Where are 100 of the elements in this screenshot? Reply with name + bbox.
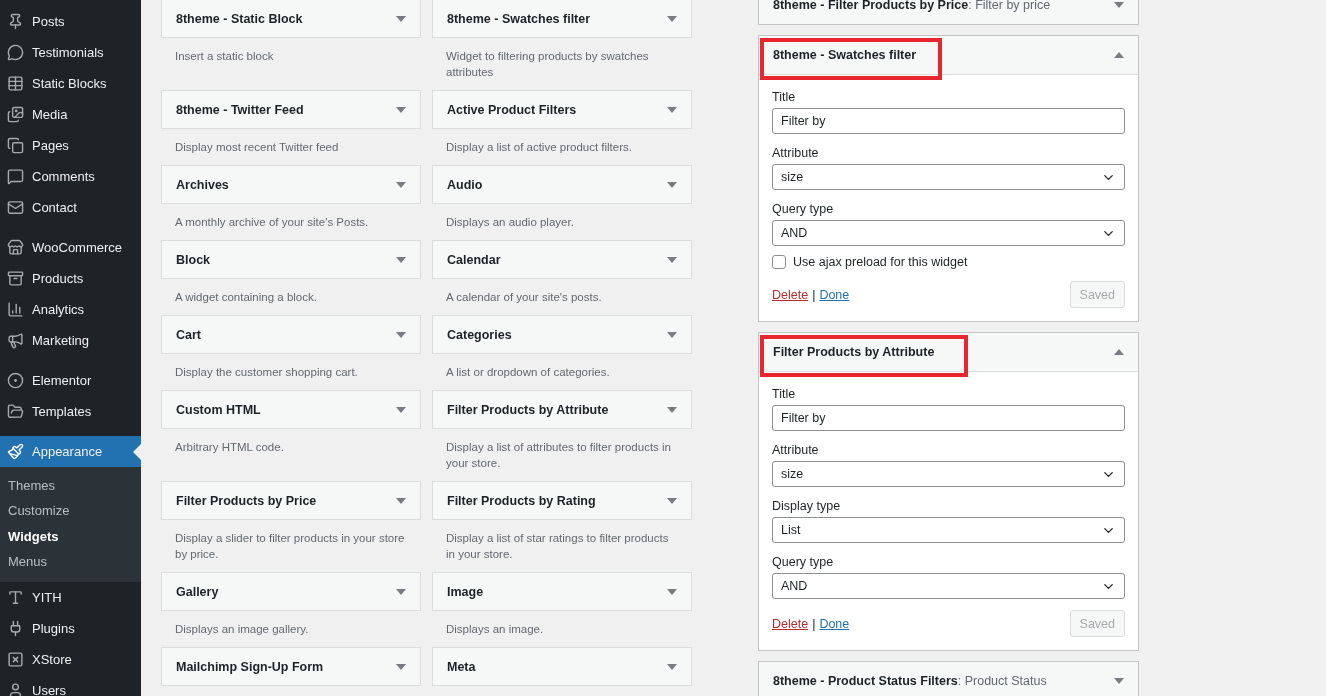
sidebar-item[interactable]: Pages: [0, 130, 141, 161]
caret-icon[interactable]: [667, 15, 677, 22]
widget-description: Display a list of star ratings to filter products in your store.: [446, 532, 669, 560]
widget-title: Gallery: [176, 584, 219, 599]
widget-tile[interactable]: Active Product Filters: [432, 90, 692, 129]
caret-icon[interactable]: [396, 256, 406, 263]
text-field[interactable]: Filter by: [772, 108, 1125, 134]
sidebar-item-label: Contact: [32, 200, 77, 215]
field-label: Query type: [772, 554, 835, 570]
delete-link[interactable]: Delete: [772, 616, 809, 631]
field-label: Query type: [772, 201, 835, 217]
caret-icon[interactable]: [396, 663, 406, 670]
sidebar-item-label: Static Blocks: [32, 76, 107, 91]
select-field[interactable]: size: [772, 164, 1125, 190]
caret-icon[interactable]: [396, 406, 406, 413]
submenu-item[interactable]: Customize: [0, 498, 141, 524]
widget-title: Block: [176, 252, 211, 267]
sidebar-item[interactable]: Media: [0, 99, 141, 130]
collapse-caret-icon[interactable]: [1114, 52, 1124, 58]
caret-icon[interactable]: [667, 256, 677, 263]
submenu-item[interactable]: Menus: [0, 548, 141, 575]
caret-icon[interactable]: [396, 106, 406, 113]
sidebar-item-label: WooCommerce: [32, 240, 123, 255]
sidebar-item-label: YITH: [32, 590, 62, 606]
widget-tile[interactable]: Archives: [161, 165, 421, 204]
widget-tile[interactable]: Mailchimp Sign-Up Form: [161, 647, 421, 686]
caret-icon[interactable]: [667, 406, 677, 413]
widget-title: Filter Products by Rating: [447, 493, 596, 508]
user-icon: [7, 682, 24, 696]
widget-title: Calendar: [447, 252, 501, 267]
select-field[interactable]: List: [772, 517, 1125, 543]
caret-icon[interactable]: [396, 331, 406, 338]
sidebar-item[interactable]: Elementor: [0, 365, 141, 396]
widget-tile[interactable]: Audio: [432, 165, 692, 204]
sidebar-item[interactable]: Marketing: [0, 325, 141, 356]
select-field[interactable]: size: [772, 461, 1125, 487]
sidebar-item[interactable]: WooCommerce: [0, 232, 141, 263]
sidebar-item[interactable]: Products: [0, 263, 141, 294]
sidebar-item-label: Appearance: [32, 444, 103, 459]
sidebar-item[interactable]: Comments: [0, 161, 141, 192]
widget-description: Widget to filtering products by swatches attributes: [446, 50, 649, 78]
sidebar-item-label: Analytics: [32, 302, 85, 317]
collapse-caret-icon[interactable]: [1114, 349, 1124, 355]
widget-title: Mailchimp Sign-Up Form: [176, 659, 324, 674]
caret-icon[interactable]: [667, 106, 677, 113]
sidebar-item[interactable]: Static Blocks: [0, 68, 141, 99]
sidebar-item[interactable]: Appearance: [0, 436, 141, 467]
done-link[interactable]: Done: [819, 616, 850, 631]
widget-tile[interactable]: Image: [432, 572, 692, 611]
widget-tile[interactable]: Cart: [161, 315, 421, 354]
widget-tile[interactable]: Custom HTML: [161, 390, 421, 429]
sidebar-item[interactable]: XStore: [0, 644, 141, 676]
widget-description: Insert a static block: [175, 50, 274, 62]
widget-header[interactable]: 8theme - Filter Products by Price: Filter by price: [759, 0, 1138, 24]
select-field[interactable]: AND: [772, 220, 1125, 246]
widget-tile[interactable]: 8theme - Static Block: [161, 0, 421, 38]
folder-icon: [7, 403, 24, 420]
sidebar-item[interactable]: Contact: [0, 192, 141, 223]
widget-tile[interactable]: Filter Products by Rating: [432, 481, 692, 520]
caret-icon[interactable]: [667, 663, 677, 670]
select-field[interactable]: AND: [772, 573, 1125, 599]
caret-icon[interactable]: [667, 588, 677, 595]
widget-tile[interactable]: Categories: [432, 315, 692, 354]
widget-tile[interactable]: 8theme - Swatches filter: [432, 0, 692, 38]
caret-icon[interactable]: [396, 15, 406, 22]
widget-tile[interactable]: Calendar: [432, 240, 692, 279]
caret-icon[interactable]: [667, 181, 677, 188]
sidebar-item[interactable]: Plugins: [0, 613, 141, 645]
sidebar-item[interactable]: Analytics: [0, 294, 141, 325]
widget-tile[interactable]: Filter Products by Price: [161, 481, 421, 520]
sidebar-item[interactable]: Testimonials: [0, 37, 141, 68]
text-field[interactable]: Filter by: [772, 405, 1125, 431]
widget-tile[interactable]: Gallery: [161, 572, 421, 611]
letter-icon: [7, 589, 24, 607]
checkbox[interactable]: [772, 255, 786, 269]
submenu-item[interactable]: Themes: [0, 473, 141, 499]
widget-tile[interactable]: Meta: [432, 647, 692, 686]
sidebar-item[interactable]: Posts: [0, 6, 141, 37]
caret-icon[interactable]: [667, 331, 677, 338]
expand-caret-icon[interactable]: [1114, 678, 1124, 684]
expand-caret-icon[interactable]: [1114, 2, 1124, 8]
sidebar-item[interactable]: Templates: [0, 396, 141, 427]
widget-description: Displays an image gallery.: [175, 623, 309, 635]
widget-header[interactable]: 8theme - Product Status Filters: Product Status: [759, 662, 1138, 696]
caret-icon[interactable]: [667, 497, 677, 504]
sidebar-item[interactable]: Users: [0, 675, 141, 696]
checkbox-label: Use ajax preload for this widget: [793, 255, 968, 269]
submenu-item[interactable]: Widgets: [0, 523, 141, 549]
sidebar-item-label: XStore: [32, 652, 72, 668]
widget-tile[interactable]: Block: [161, 240, 421, 279]
widget-tile[interactable]: Filter Products by Attribute: [432, 390, 692, 429]
caret-icon[interactable]: [396, 181, 406, 188]
done-link[interactable]: Done: [819, 287, 850, 302]
widget-description: A widget containing a block.: [175, 291, 317, 303]
widget-tile[interactable]: 8theme - Twitter Feed: [161, 90, 421, 129]
delete-link[interactable]: Delete: [772, 287, 809, 302]
sidebar-item[interactable]: YITH: [0, 582, 141, 614]
caret-icon[interactable]: [396, 588, 406, 595]
table-icon: [7, 75, 24, 92]
caret-icon[interactable]: [396, 497, 406, 504]
